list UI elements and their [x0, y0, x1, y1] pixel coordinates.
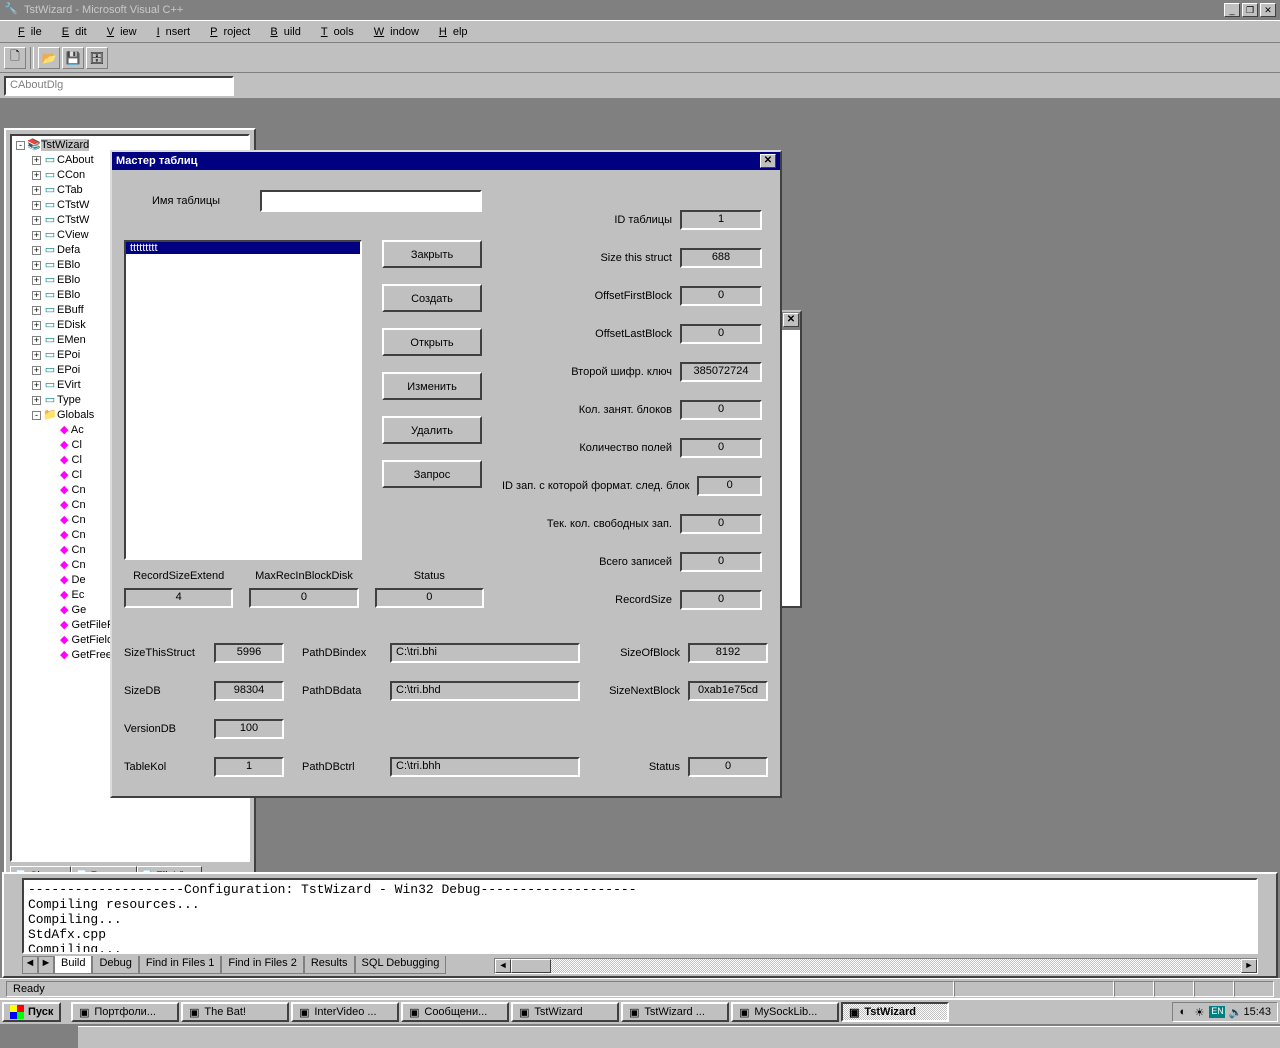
status-bar: Ready: [0, 978, 1280, 998]
menu-project[interactable]: Project: [198, 24, 256, 40]
readonly-value: 0: [249, 588, 358, 608]
table-wizard-dialog: Мастер таблиц ✕ Имя таблицы ttttttttt За…: [110, 150, 782, 798]
taskbar-button[interactable]: ▣TstWizard: [511, 1002, 619, 1022]
menu-file[interactable]: File: [6, 24, 48, 40]
taskbar-button[interactable]: ▣Сообщени...: [401, 1002, 509, 1022]
readonly-value: 0: [375, 588, 484, 608]
tray-icon[interactable]: ☀: [1194, 1006, 1206, 1018]
edit-button[interactable]: Изменить: [382, 372, 482, 400]
pathdbindex-value: C:\tri.bhi: [390, 643, 580, 663]
readonly-value: 0: [697, 476, 762, 496]
child-close-icon[interactable]: ✕: [783, 313, 799, 327]
tray-clock[interactable]: 15:43: [1243, 1006, 1271, 1018]
pathdbdata-value: C:\tri.bhd: [390, 681, 580, 701]
open-file-icon[interactable]: 📂: [38, 47, 60, 69]
output-tab-sql[interactable]: SQL Debugging: [355, 956, 447, 974]
pathdbctrl-value: C:\tri.bhh: [390, 757, 580, 777]
readonly-value: 0: [680, 400, 762, 420]
taskbar-button[interactable]: ▣MySockLib...: [731, 1002, 839, 1022]
maximize-button[interactable]: ❐: [1242, 3, 1258, 17]
sizethisstruct-value: 5996: [214, 643, 284, 663]
sizedb-value: 98304: [214, 681, 284, 701]
minimize-button[interactable]: _: [1224, 3, 1240, 17]
sizenextblock-value: 0xab1e75cd: [688, 681, 768, 701]
query-button[interactable]: Запрос: [382, 460, 482, 488]
readonly-value: 0: [680, 286, 762, 306]
status-value: 0: [688, 757, 768, 777]
dialog-titlebar[interactable]: Мастер таблиц ✕: [112, 152, 780, 170]
open-button[interactable]: Открыть: [382, 328, 482, 356]
save-icon[interactable]: 💾: [62, 47, 84, 69]
close-button[interactable]: Закрыть: [382, 240, 482, 268]
tablename-label: Имя таблицы: [152, 195, 220, 207]
close-button[interactable]: ✕: [1260, 3, 1276, 17]
sizeofblock-value: 8192: [688, 643, 768, 663]
readonly-value: 0: [680, 514, 762, 534]
workspace: ✕ -📚TstWizard +▭CAbout+▭CCon+▭CTab+▭CTst…: [0, 98, 1280, 898]
quicklaunch-row: [78, 1026, 1280, 1048]
readonly-value: 0: [680, 590, 762, 610]
menu-help[interactable]: Help: [427, 24, 474, 40]
taskbar-button[interactable]: ▣Портфоли...: [71, 1002, 179, 1022]
versiondb-value: 100: [214, 719, 284, 739]
tray-lang[interactable]: EN: [1209, 1006, 1225, 1018]
new-file-icon[interactable]: 🗋: [4, 47, 26, 69]
dialog-title: Мастер таблиц: [116, 155, 197, 167]
taskbar-button[interactable]: ▣The Bat!: [181, 1002, 289, 1022]
delete-button[interactable]: Удалить: [382, 416, 482, 444]
taskbar: Пуск ▣Портфоли...▣The Bat!▣InterVideo ..…: [0, 998, 1280, 1024]
output-tabs: ◄ ► Build Debug Find in Files 1 Find in …: [22, 956, 446, 974]
menu-edit[interactable]: Edit: [50, 24, 93, 40]
tray-icon[interactable]: ◐: [1179, 1006, 1191, 1018]
app-icon: 🔧: [4, 2, 20, 18]
readonly-value: 0: [680, 552, 762, 572]
app-title: TstWizard - Microsoft Visual C++: [24, 4, 183, 16]
class-combo-row: CAboutDlg: [0, 72, 1280, 98]
system-tray: ◐ ☀ EN 🔊 15:43: [1172, 1002, 1278, 1022]
output-text[interactable]: --------------------Configuration: TstWi…: [22, 878, 1258, 954]
taskbar-button[interactable]: ▣TstWizard ...: [621, 1002, 729, 1022]
tablename-input[interactable]: [260, 190, 482, 212]
menu-bar: File Edit View Insert Project Build Tool…: [0, 20, 1280, 42]
tablekol-value: 1: [214, 757, 284, 777]
output-hscrollbar[interactable]: ◄►: [494, 958, 1258, 974]
readonly-value: 0: [680, 324, 762, 344]
menu-tools[interactable]: Tools: [309, 24, 360, 40]
readonly-value: 4: [124, 588, 233, 608]
class-combo[interactable]: CAboutDlg: [4, 76, 234, 96]
readonly-value: 0: [680, 438, 762, 458]
start-button[interactable]: Пуск: [2, 1002, 61, 1022]
status-text: Ready: [6, 981, 954, 997]
tables-listbox[interactable]: ttttttttt: [124, 240, 362, 560]
menu-insert[interactable]: Insert: [145, 24, 197, 40]
readonly-value: 1: [680, 210, 762, 230]
tray-icon[interactable]: 🔊: [1228, 1006, 1240, 1018]
output-tab-build[interactable]: Build: [54, 956, 92, 974]
output-tab-find2[interactable]: Find in Files 2: [221, 956, 303, 974]
menu-view[interactable]: View: [95, 24, 143, 40]
windows-logo-icon: [10, 1005, 24, 1019]
output-tab-next[interactable]: ►: [38, 956, 54, 974]
list-item[interactable]: ttttttttt: [126, 242, 360, 254]
readonly-value: 385072724: [680, 362, 762, 382]
menu-window[interactable]: Window: [362, 24, 425, 40]
output-tab-prev[interactable]: ◄: [22, 956, 38, 974]
output-tab-find1[interactable]: Find in Files 1: [139, 956, 221, 974]
app-titlebar: 🔧 TstWizard - Microsoft Visual C++ _ ❐ ✕: [0, 0, 1280, 20]
taskbar-button[interactable]: ▣InterVideo ...: [291, 1002, 399, 1022]
menu-build[interactable]: Build: [258, 24, 306, 40]
main-toolbar: 🗋 📂 💾 🗄: [0, 42, 1280, 72]
taskbar-button[interactable]: ▣TstWizard: [841, 1002, 949, 1022]
readonly-value: 688: [680, 248, 762, 268]
save-all-icon[interactable]: 🗄: [86, 47, 108, 69]
output-tab-results[interactable]: Results: [304, 956, 355, 974]
create-button[interactable]: Создать: [382, 284, 482, 312]
dialog-close-icon[interactable]: ✕: [760, 154, 776, 168]
output-panel: --------------------Configuration: TstWi…: [2, 872, 1278, 978]
output-tab-debug[interactable]: Debug: [92, 956, 138, 974]
